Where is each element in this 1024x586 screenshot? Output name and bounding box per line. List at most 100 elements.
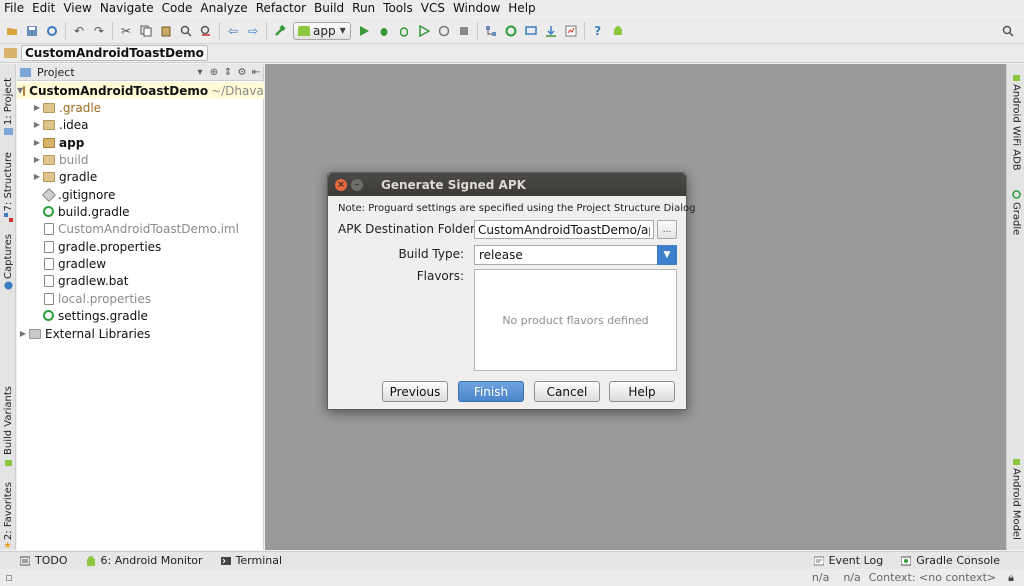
menu-edit[interactable]: Edit — [28, 0, 59, 16]
collapsed-arrow-icon[interactable]: ▶ — [31, 155, 43, 164]
chevron-down-icon[interactable]: ▾ — [193, 67, 207, 78]
stop-icon[interactable] — [454, 20, 474, 42]
save-all-icon[interactable] — [22, 20, 42, 42]
tab-android-model[interactable]: Android Model — [1009, 456, 1023, 540]
attach-debugger-icon[interactable] — [394, 20, 414, 42]
tree-item[interactable]: gradle.properties — [17, 238, 264, 255]
tab-favorites[interactable]: 2: Favorites ★ — [0, 482, 16, 551]
apk-destination-field[interactable] — [474, 220, 654, 239]
project-icon — [3, 128, 13, 136]
tree-item[interactable]: ▶ gradle — [17, 168, 264, 185]
sdk-manager-icon[interactable] — [541, 20, 561, 42]
tool-windows-icon[interactable] — [6, 574, 12, 581]
tab-structure[interactable]: 7: Structure — [0, 152, 16, 223]
tab-gradle-console[interactable]: Gradle Console — [901, 554, 1000, 567]
android-icon[interactable] — [608, 20, 628, 42]
collapsed-arrow-icon[interactable]: ▶ — [31, 103, 43, 112]
run-icon[interactable] — [354, 20, 374, 42]
tab-android-wifi-adb[interactable]: Android WiFi ADB — [1009, 72, 1023, 171]
tab-gradle[interactable]: Gradle — [1009, 190, 1023, 235]
tree-item[interactable]: gradlew.bat — [17, 272, 264, 289]
collapse-all-icon[interactable]: ⇕ — [221, 67, 235, 78]
lock-icon[interactable]: 🔒︎ — [1008, 571, 1014, 585]
status-context[interactable]: Context: <no context> — [869, 571, 996, 584]
tab-android-monitor[interactable]: 6: Android Monitor — [86, 554, 203, 567]
coverage-icon[interactable] — [414, 20, 434, 42]
menu-code[interactable]: Code — [158, 0, 197, 16]
forward-icon[interactable]: ⇨ — [243, 20, 263, 42]
monitor-icon[interactable] — [561, 20, 581, 42]
minimize-icon[interactable]: – — [351, 178, 363, 191]
paste-icon[interactable] — [156, 20, 176, 42]
tab-todo[interactable]: TODO — [20, 554, 68, 567]
menu-file[interactable]: File — [0, 0, 28, 16]
tree-item[interactable]: ▶ build — [17, 151, 264, 168]
tree-item[interactable]: ▶ .idea — [17, 116, 264, 133]
gear-icon[interactable]: ⚙ — [235, 67, 249, 78]
previous-button[interactable]: Previous — [382, 381, 448, 402]
tree-item[interactable]: settings.gradle — [17, 307, 264, 324]
chevron-down-icon[interactable]: ▼ — [657, 245, 677, 265]
tree-item-label: app — [59, 135, 85, 150]
undo-icon[interactable]: ↶ — [69, 20, 89, 42]
menu-analyze[interactable]: Analyze — [196, 0, 251, 16]
sync-icon[interactable] — [42, 20, 62, 42]
breadcrumb-project[interactable]: CustomAndroidToastDemo — [21, 45, 208, 61]
bottom-tool-bar: TODO 6: Android Monitor Terminal Event L… — [0, 551, 1024, 569]
open-icon[interactable] — [2, 20, 22, 42]
menu-navigate[interactable]: Navigate — [96, 0, 158, 16]
replace-icon[interactable] — [196, 20, 216, 42]
cut-icon[interactable]: ✂ — [116, 20, 136, 42]
tree-external-libraries[interactable]: ▶ External Libraries — [17, 325, 264, 342]
tree-item[interactable]: .gitignore — [17, 186, 264, 203]
tree-item[interactable]: CustomAndroidToastDemo.iml — [17, 220, 264, 237]
menu-view[interactable]: View — [59, 0, 95, 16]
find-icon[interactable] — [176, 20, 196, 42]
tab-terminal[interactable]: Terminal — [220, 554, 282, 567]
menu-tools[interactable]: Tools — [379, 0, 417, 16]
menu-run[interactable]: Run — [348, 0, 379, 16]
help-icon[interactable]: ? — [588, 20, 608, 42]
tab-event-log[interactable]: Event Log — [813, 554, 883, 567]
tree-item[interactable]: ▶ app — [17, 134, 264, 151]
tab-build-variants[interactable]: Build Variants — [0, 386, 16, 466]
make-project-icon[interactable] — [270, 20, 290, 42]
menu-help[interactable]: Help — [504, 0, 539, 16]
run-configuration-select[interactable]: app ▼ — [293, 21, 351, 40]
project-view-select[interactable]: Project — [37, 66, 75, 79]
collapsed-arrow-icon[interactable]: ▶ — [31, 138, 43, 147]
redo-icon[interactable]: ↷ — [89, 20, 109, 42]
collapsed-arrow-icon[interactable]: ▶ — [31, 120, 43, 129]
project-panel-header: Project ▾ ⊕ ⇕ ⚙ ⇤ — [17, 64, 263, 81]
tree-item[interactable]: build.gradle — [17, 203, 264, 220]
hide-panel-icon[interactable]: ⇤ — [249, 67, 263, 78]
tab-project[interactable]: 1: Project — [0, 78, 16, 136]
profile-icon[interactable] — [434, 20, 454, 42]
debug-icon[interactable] — [374, 20, 394, 42]
back-icon[interactable]: ⇦ — [223, 20, 243, 42]
menu-build[interactable]: Build — [310, 0, 348, 16]
tree-item[interactable]: gradlew — [17, 255, 264, 272]
gradle-sync-icon[interactable] — [501, 20, 521, 42]
close-icon[interactable]: × — [335, 178, 347, 191]
build-type-select[interactable]: release ▼ — [474, 245, 677, 265]
scroll-from-source-icon[interactable]: ⊕ — [207, 67, 221, 78]
project-structure-icon[interactable] — [481, 20, 501, 42]
tree-item[interactable]: local.properties — [17, 290, 264, 307]
copy-icon[interactable] — [136, 20, 156, 42]
tree-root[interactable]: ▼ CustomAndroidToastDemo ~/Dhaval/A — [17, 82, 264, 99]
help-button[interactable]: Help — [609, 381, 675, 402]
collapsed-arrow-icon[interactable]: ▶ — [31, 172, 43, 181]
menu-vcs[interactable]: VCS — [417, 0, 449, 16]
flavors-list[interactable]: No product flavors defined — [474, 269, 677, 371]
collapsed-arrow-icon[interactable]: ▶ — [17, 329, 29, 338]
menu-window[interactable]: Window — [449, 0, 504, 16]
finish-button[interactable]: Finish — [458, 381, 524, 402]
tree-item[interactable]: ▶ .gradle — [17, 99, 264, 116]
search-everywhere-icon[interactable] — [998, 20, 1018, 42]
menu-refactor[interactable]: Refactor — [252, 0, 310, 16]
browse-button[interactable]: ... — [657, 220, 677, 239]
cancel-button[interactable]: Cancel — [534, 381, 600, 402]
avd-manager-icon[interactable] — [521, 20, 541, 42]
tab-captures[interactable]: Captures — [0, 234, 16, 290]
